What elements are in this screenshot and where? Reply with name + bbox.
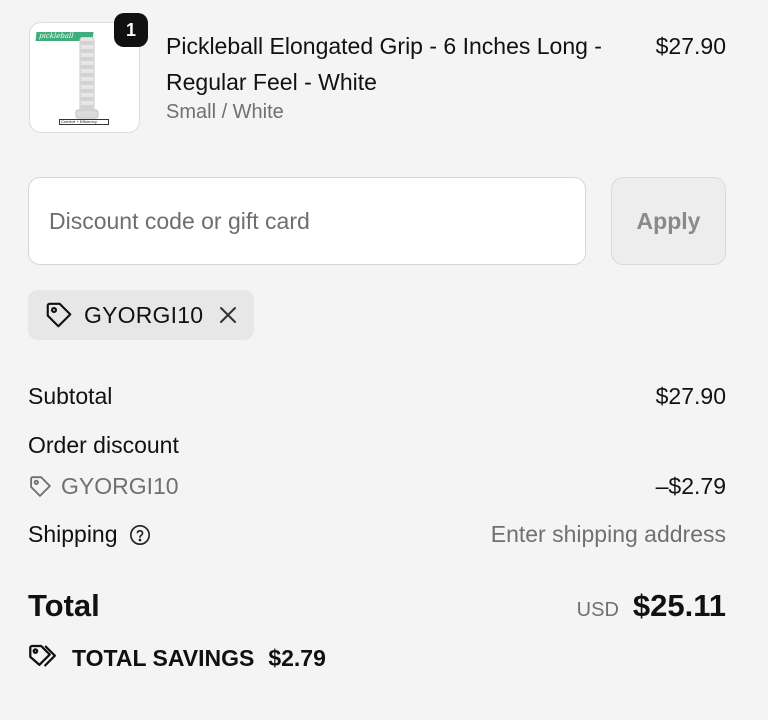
shipping-label: Shipping	[28, 521, 118, 547]
help-circle-icon[interactable]	[129, 524, 151, 546]
order-discount-label: Order discount	[28, 432, 179, 458]
tag-icon	[46, 302, 72, 328]
apply-button[interactable]: Apply	[611, 177, 726, 265]
total-value: USD $25.11	[577, 588, 726, 624]
applied-discount-chip: GYORGI10	[28, 290, 254, 340]
subtotal-value: $27.90	[655, 383, 726, 409]
total-amount: $25.11	[632, 588, 726, 623]
close-icon	[220, 307, 237, 323]
total-label: Total	[28, 588, 100, 623]
product-variant: Small / White	[166, 101, 284, 123]
product-image-caption: Comfort + Efficiency	[59, 119, 109, 125]
total-savings-amount: $2.79	[268, 644, 326, 671]
product-name: Pickleball Elongated Grip - 6 Inches Lon…	[166, 33, 602, 95]
remove-discount-button[interactable]	[217, 304, 239, 326]
total-savings-label: TOTAL SAVINGS	[72, 644, 255, 671]
discount-value: –$2.79	[655, 473, 726, 499]
total-currency: USD	[576, 599, 619, 621]
discount-code-text: GYORGI10	[61, 473, 179, 499]
total-savings-row: TOTAL SAVINGS $2.79	[28, 643, 326, 673]
subtotal-label: Subtotal	[28, 383, 113, 409]
applied-code-label: GYORGI10	[84, 301, 204, 328]
discount-code-row: GYORGI10	[28, 473, 179, 500]
discount-code-input[interactable]	[28, 177, 586, 265]
grip-product-image	[75, 37, 99, 119]
product-price: $27.90	[655, 33, 726, 59]
quantity-badge: 1	[114, 13, 148, 47]
shipping-row: Shipping	[28, 521, 151, 548]
double-tag-icon	[29, 644, 56, 667]
tag-icon	[30, 476, 51, 497]
shipping-value: Enter shipping address	[490, 521, 726, 547]
